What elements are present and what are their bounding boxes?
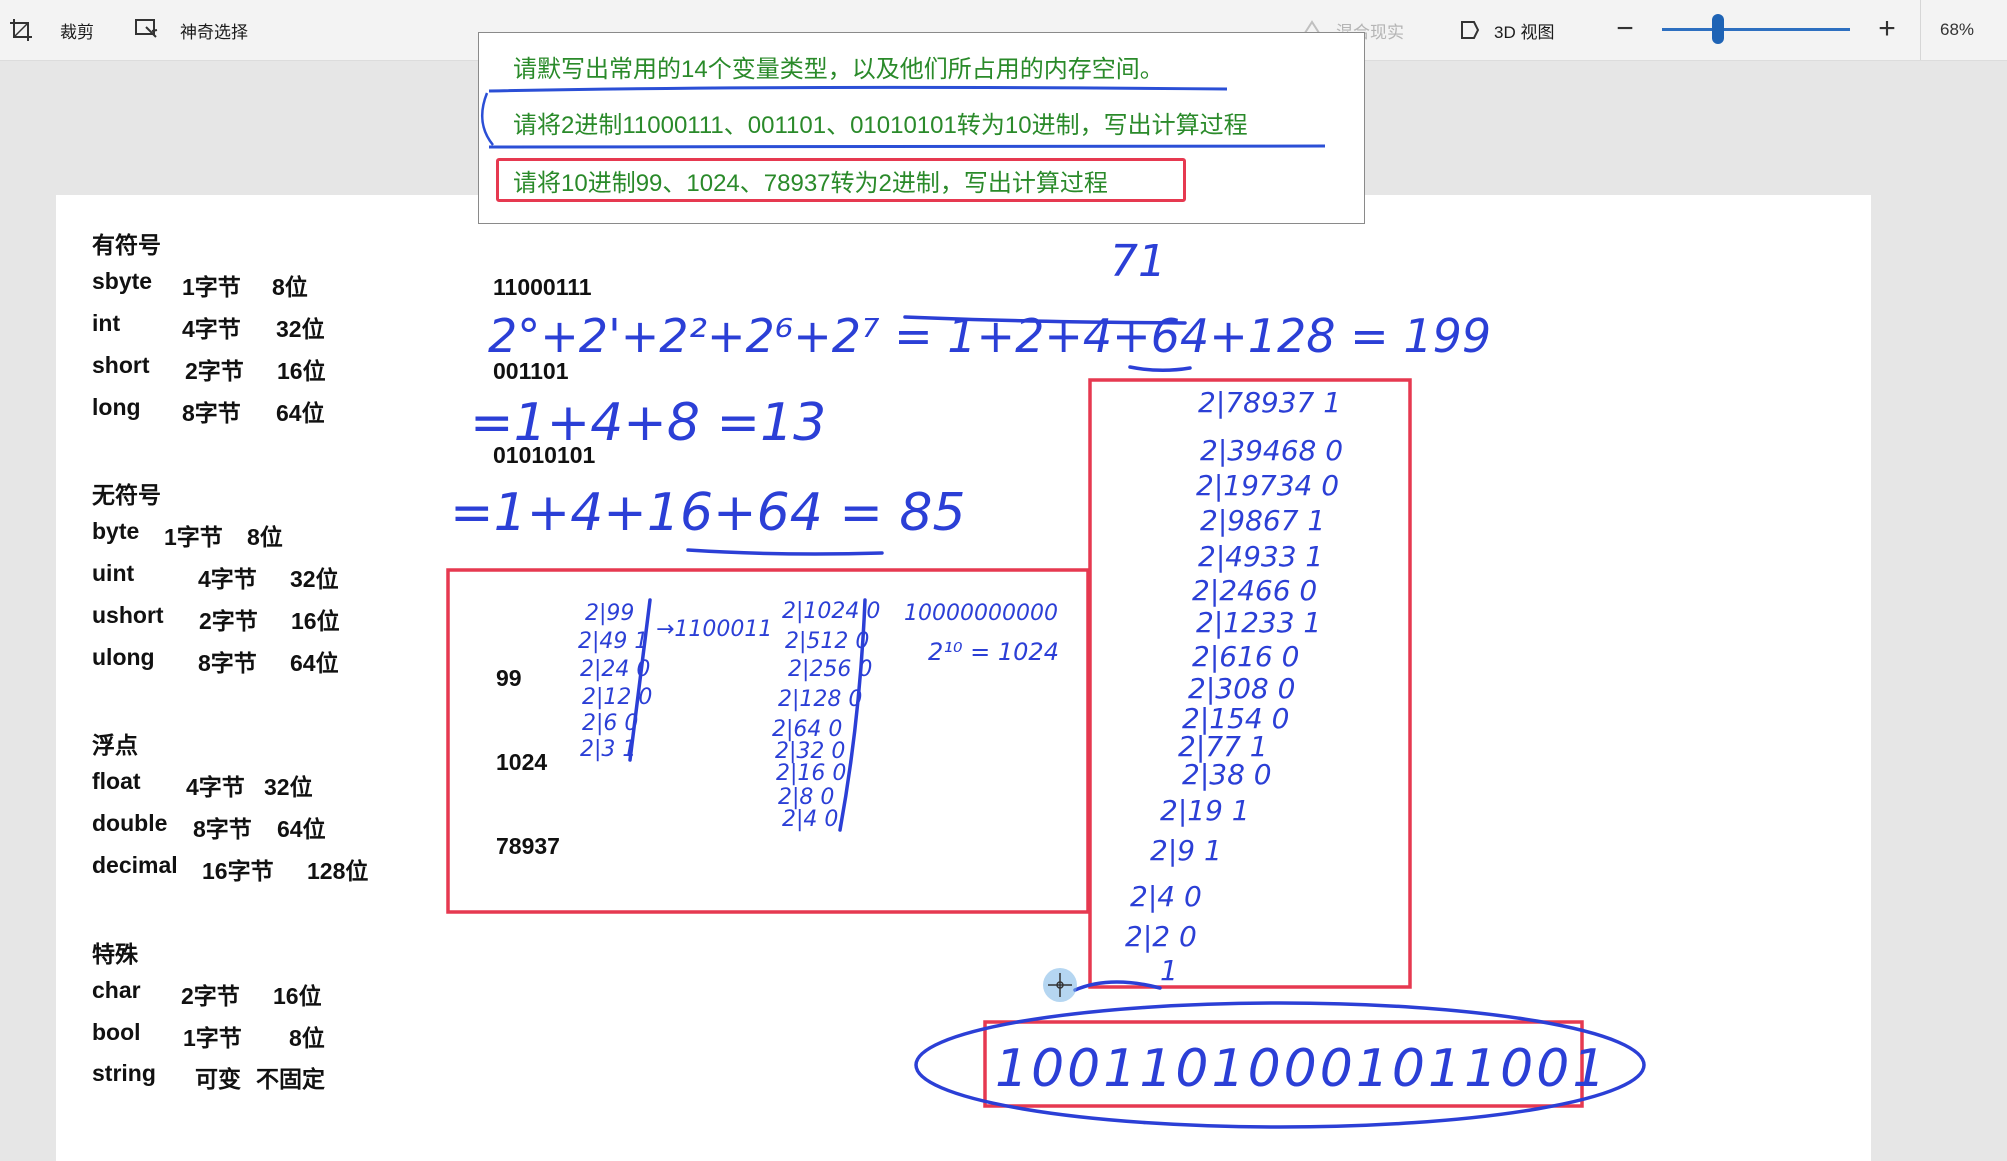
svg-text:2|2466 0: 2|2466 0 — [1192, 574, 1317, 607]
svg-text:2|1233 1: 2|1233 1 — [1196, 606, 1321, 639]
svg-text:2|39468 0: 2|39468 0 — [1200, 434, 1343, 467]
bin-78937: 10011010001011001 — [995, 1039, 1608, 1099]
division-steps-78937: 2|78937 1 2|39468 02|19734 0 2|9867 12|49… — [1125, 386, 1343, 987]
pen-cursor — [1043, 968, 1077, 1002]
division-steps-99: 2|99 2|49 1 2|24 0 2|12 02|6 02|3 1 — [578, 601, 652, 762]
svg-text:2|78937 1: 2|78937 1 — [1198, 386, 1341, 419]
svg-text:2|16 0: 2|16 0 — [776, 761, 846, 786]
calc-85: =1+4+16+64 = 85 — [450, 483, 966, 543]
svg-text:2|256 0: 2|256 0 — [788, 657, 872, 682]
svg-text:2|19734 0: 2|19734 0 — [1196, 469, 1339, 502]
note-71: 71 — [1110, 236, 1166, 287]
division-steps-1024: 2|1024 02|512 02|256 0 2|128 02|64 02|32… — [772, 599, 880, 832]
pow-1024: 2¹⁰ = 1024 — [928, 638, 1059, 666]
question-3-highlight — [496, 158, 1186, 202]
svg-text:2|99: 2|99 — [585, 601, 634, 626]
svg-text:2|4933 1: 2|4933 1 — [1198, 540, 1323, 573]
svg-text:2|128 0: 2|128 0 — [778, 687, 862, 712]
svg-text:2|2 0: 2|2 0 — [1125, 920, 1197, 953]
bin-99: →1100011 — [656, 617, 772, 642]
svg-text:2|49 1: 2|49 1 — [578, 629, 648, 654]
svg-text:2|19 1: 2|19 1 — [1160, 794, 1250, 827]
svg-text:2|24 0: 2|24 0 — [580, 657, 650, 682]
crosshair-icon — [1048, 973, 1072, 997]
question-popup: 请默写出常用的14个变量类型，以及他们所占用的内存空间。 请将2进制110001… — [478, 32, 1365, 224]
calc-13: =1+4+8 =13 — [470, 393, 826, 453]
svg-text:2|9 1: 2|9 1 — [1150, 834, 1222, 867]
svg-text:2|4 0: 2|4 0 — [1130, 880, 1202, 913]
svg-text:2|308 0: 2|308 0 — [1188, 672, 1295, 705]
svg-text:2|3 1: 2|3 1 — [580, 737, 636, 762]
svg-text:2|6 0: 2|6 0 — [582, 711, 638, 736]
bin-1024: 10000000000 — [904, 601, 1058, 626]
svg-text:2|4 0: 2|4 0 — [782, 807, 838, 832]
svg-text:2|12 0: 2|12 0 — [582, 685, 652, 710]
svg-text:2|1024 0: 2|1024 0 — [782, 599, 880, 624]
svg-text:2|38 0: 2|38 0 — [1182, 758, 1272, 791]
underline-85 — [686, 548, 884, 556]
calc-199: 2°+2'+2²+2⁶+2⁷ = 1+2+4+64+128 = 199 — [488, 309, 1491, 363]
svg-text:2|616 0: 2|616 0 — [1192, 640, 1299, 673]
svg-text:2|512 0: 2|512 0 — [785, 629, 869, 654]
svg-text:2|9867 1: 2|9867 1 — [1200, 504, 1325, 537]
svg-text:1: 1 — [1160, 954, 1178, 987]
underline-64 — [1128, 365, 1192, 372]
